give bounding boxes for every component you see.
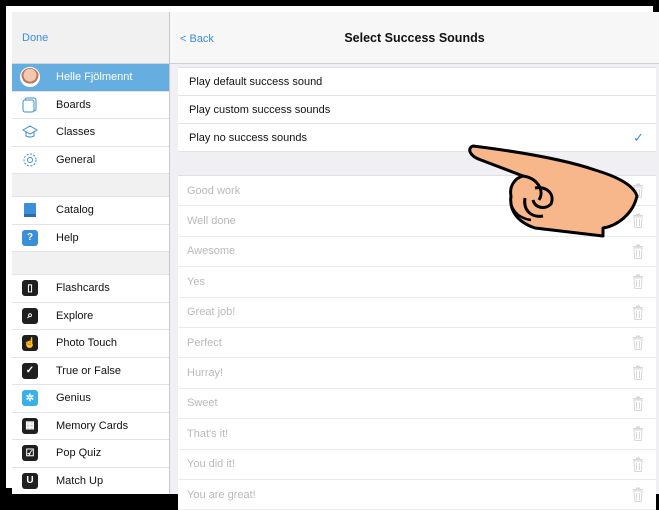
option-default-sound[interactable]: Play default success sound: [178, 68, 656, 96]
trash-icon[interactable]: [632, 426, 644, 442]
sidebar-item-boards[interactable]: Boards: [12, 91, 169, 119]
sidebar-item-catalog[interactable]: Catalog: [12, 197, 169, 225]
nav-bar: < Back Select Success Sounds: [170, 12, 659, 64]
sound-row[interactable]: Sweet: [178, 389, 656, 420]
sound-row[interactable]: Awesome: [178, 237, 656, 268]
trash-icon[interactable]: [632, 244, 644, 259]
option-label: Play no success sounds: [189, 131, 308, 144]
sidebar-item-classes[interactable]: Classes: [12, 119, 169, 147]
sidebar-item-label: Classes: [56, 126, 96, 139]
memory-cards-icon: ▦: [20, 416, 40, 436]
trash-icon[interactable]: [632, 305, 644, 320]
sound-label: Awesome: [187, 245, 236, 258]
sidebar-divider: [12, 252, 169, 275]
sound-label: That's it!: [187, 427, 229, 440]
page-title: Select Success Sounds: [344, 31, 485, 45]
sidebar-item-genius[interactable]: ✲ Genius: [12, 385, 169, 413]
sidebar-item-label: Genius: [56, 392, 91, 405]
done-button[interactable]: Done: [22, 32, 48, 44]
sidebar-item-label: Flashcards: [56, 282, 110, 295]
sidebar-item-pop-quiz[interactable]: ☑ Pop Quiz: [12, 440, 169, 468]
sidebar-item-profile[interactable]: Helle Fjölmennt: [12, 64, 169, 92]
trash-icon[interactable]: [632, 487, 644, 502]
sound-label: Perfect: [187, 336, 222, 349]
trash-icon[interactable]: [632, 274, 644, 290]
photo-touch-icon: ☝: [20, 333, 40, 353]
trash-icon[interactable]: [632, 396, 644, 411]
sidebar-item-flashcards[interactable]: ▯ Flashcards: [12, 275, 169, 303]
option-no-sounds[interactable]: Play no success sounds ✓: [178, 124, 656, 152]
sidebar-item-match-up[interactable]: U Match Up: [12, 467, 169, 494]
pop-quiz-icon: ☑: [20, 443, 40, 463]
genius-icon: ✲: [20, 388, 40, 408]
sidebar-item-explore[interactable]: ⌕ Explore: [12, 302, 169, 330]
trash-icon[interactable]: [632, 335, 644, 350]
sound-row[interactable]: Perfect: [178, 328, 656, 359]
sidebar-item-label: Explore: [56, 309, 94, 322]
true-false-icon: ✓: [20, 361, 40, 381]
checkmark-icon: ✓: [633, 129, 644, 145]
sidebar-item-label: True or False: [56, 364, 122, 377]
sidebar-item-label: Helle Fjölmennt: [56, 71, 133, 84]
flashcards-icon: ▯: [20, 278, 40, 298]
sound-mode-options: Play default success sound Play custom s…: [178, 67, 656, 152]
sound-label: You did it!: [187, 458, 235, 471]
sidebar-item-label: Catalog: [56, 204, 94, 217]
option-custom-sounds[interactable]: Play custom success sounds: [178, 96, 656, 124]
help-icon: ?: [20, 228, 40, 248]
sidebar-item-label: Memory Cards: [56, 419, 129, 432]
sidebar-item-label: Pop Quiz: [56, 447, 102, 460]
trash-icon[interactable]: [632, 457, 644, 472]
sidebar-item-help[interactable]: ? Help: [12, 224, 169, 252]
option-label: Play default success sound: [189, 75, 323, 88]
sidebar-item-true-or-false[interactable]: ✓ True or False: [12, 357, 169, 385]
sidebar-item-photo-touch[interactable]: ☝ Photo Touch: [12, 330, 169, 358]
sidebar-item-label: Help: [56, 231, 79, 244]
option-label: Play custom success sounds: [189, 103, 331, 116]
sound-label: You are great!: [187, 488, 256, 501]
explore-icon: ⌕: [20, 306, 40, 326]
sound-row[interactable]: You did it!: [178, 450, 656, 480]
sidebar-header: Done: [12, 12, 169, 64]
sidebar-item-general[interactable]: General: [12, 146, 169, 174]
sound-label: Great job!: [187, 306, 236, 319]
trash-icon[interactable]: [632, 365, 644, 381]
sound-label: Well done: [187, 215, 236, 228]
avatar: [20, 67, 40, 88]
sidebar-divider: [12, 174, 169, 197]
sound-row[interactable]: Well done: [178, 206, 656, 237]
gear-icon: [20, 150, 40, 170]
sidebar-item-label: Photo Touch: [56, 337, 117, 350]
sound-row[interactable]: That's it!: [178, 419, 656, 450]
catalog-icon: [20, 200, 40, 220]
sound-label: Good work: [187, 184, 241, 197]
sound-row[interactable]: Great job!: [178, 298, 656, 328]
sound-row[interactable]: You are great!: [178, 480, 656, 510]
app-frame: Done Helle Fjölmennt Boards Classes Gene…: [0, 0, 659, 510]
boards-icon: [20, 95, 40, 115]
sound-row[interactable]: Yes: [178, 267, 656, 298]
trash-icon[interactable]: [632, 213, 644, 229]
classes-icon: [20, 122, 40, 142]
sound-label: Hurray!: [187, 367, 224, 380]
sound-label: Sweet: [187, 397, 218, 410]
sidebar-item-memory-cards[interactable]: ▦ Memory Cards: [12, 412, 169, 440]
sidebar-item-label: Match Up: [56, 474, 104, 487]
sound-label: Yes: [187, 275, 205, 288]
sound-row[interactable]: Hurray!: [178, 358, 656, 389]
trash-icon[interactable]: [632, 183, 644, 198]
sidebar-item-label: Boards: [56, 98, 91, 111]
sound-row[interactable]: Good work: [178, 176, 656, 207]
sidebar: Done Helle Fjölmennt Boards Classes Gene…: [12, 12, 170, 494]
main-panel: < Back Select Success Sounds Play defaul…: [170, 12, 659, 510]
sidebar-item-label: General: [56, 153, 96, 166]
sound-list: Good work Well done Awesome Yes Great job! Pe…: [178, 175, 656, 510]
